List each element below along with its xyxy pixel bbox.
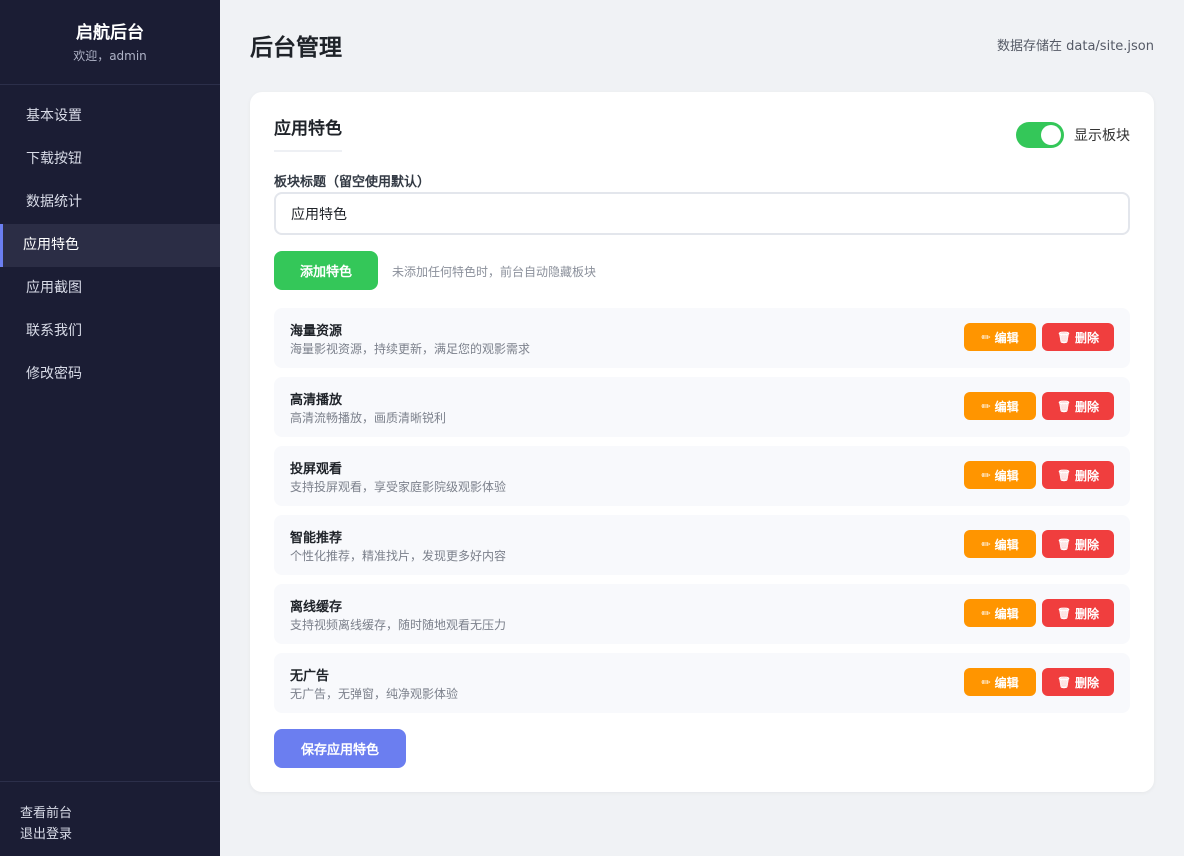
sidebar-nav: 基本设置 下载按钮 数据统计 应用特色 应用截图 联系我们 修改密码 <box>0 95 220 396</box>
show-section-toggle[interactable] <box>1016 122 1064 148</box>
sidebar-item-basic-settings[interactable]: 基本设置 <box>0 95 220 138</box>
pencil-icon: ✏ <box>981 399 991 413</box>
section-title-input[interactable] <box>274 192 1130 235</box>
show-section-toggle-wrap: 显示板块 <box>1016 122 1130 148</box>
feature-actions: ✏ 编辑 🗑 删除 <box>964 530 1114 558</box>
pencil-icon: ✏ <box>981 606 991 620</box>
edit-button[interactable]: ✏ 编辑 <box>964 323 1036 351</box>
edit-label: 编辑 <box>994 675 1019 690</box>
view-site-link[interactable]: 查看前台 <box>20 803 220 824</box>
edit-label: 编辑 <box>994 399 1019 414</box>
feature-title: 海量资源 <box>290 324 343 339</box>
feature-title: 离线缓存 <box>290 600 343 615</box>
edit-button[interactable]: ✏ 编辑 <box>964 530 1036 558</box>
card-title: 应用特色 <box>274 118 342 152</box>
feature-item: 无广告 无广告，无弹窗，纯净观影体验 ✏ 编辑 🗑 删除 <box>274 653 1130 713</box>
delete-label: 删除 <box>1074 468 1099 483</box>
toggle-knob <box>1041 125 1061 145</box>
edit-label: 编辑 <box>994 330 1019 345</box>
sidebar-item-download-buttons[interactable]: 下载按钮 <box>0 138 220 181</box>
feature-title: 无广告 <box>290 669 330 684</box>
pencil-icon: ✏ <box>981 468 991 482</box>
delete-label: 删除 <box>1074 537 1099 552</box>
delete-label: 删除 <box>1074 606 1099 621</box>
trash-icon: 🗑 <box>1057 606 1071 620</box>
feature-desc: 高清流畅播放，画质清晰锐利 <box>290 411 447 425</box>
feature-actions: ✏ 编辑 🗑 删除 <box>964 323 1114 351</box>
page-title: 后台管理 <box>250 35 342 61</box>
sidebar-item-app-features[interactable]: 应用特色 <box>0 224 220 267</box>
pencil-icon: ✏ <box>981 330 991 344</box>
brand: 启航后台 欢迎，admin <box>0 0 220 85</box>
feature-actions: ✏ 编辑 🗑 删除 <box>964 668 1114 696</box>
feature-desc: 支持视频离线缓存，随时随地观看无压力 <box>290 618 507 632</box>
feature-item: 离线缓存 支持视频离线缓存，随时随地观看无压力 ✏ 编辑 🗑 删除 <box>274 584 1130 644</box>
delete-button[interactable]: 🗑 删除 <box>1042 530 1114 558</box>
delete-label: 删除 <box>1074 675 1099 690</box>
delete-button[interactable]: 🗑 删除 <box>1042 323 1114 351</box>
trash-icon: 🗑 <box>1057 537 1071 551</box>
sidebar: 启航后台 欢迎，admin 基本设置 下载按钮 数据统计 应用特色 应用截图 联… <box>0 0 220 856</box>
feature-title: 投屏观看 <box>290 462 343 477</box>
feature-item: 海量资源 海量影视资源，持续更新，满足您的观影需求 ✏ 编辑 🗑 删除 <box>274 308 1130 368</box>
delete-button[interactable]: 🗑 删除 <box>1042 461 1114 489</box>
feature-actions: ✏ 编辑 🗑 删除 <box>964 392 1114 420</box>
welcome-text: 欢迎，admin <box>73 49 147 63</box>
feature-actions: ✏ 编辑 🗑 删除 <box>964 599 1114 627</box>
feature-actions: ✏ 编辑 🗑 删除 <box>964 461 1114 489</box>
trash-icon: 🗑 <box>1057 675 1071 689</box>
add-feature-button[interactable]: 添加特色 <box>274 251 378 290</box>
section-title-label: 板块标题（留空使用默认） <box>274 175 431 190</box>
trash-icon: 🗑 <box>1057 468 1071 482</box>
delete-label: 删除 <box>1074 330 1099 345</box>
feature-desc: 支持投屏观看，享受家庭影院级观影体验 <box>290 480 507 494</box>
edit-label: 编辑 <box>994 606 1019 621</box>
delete-button[interactable]: 🗑 删除 <box>1042 392 1114 420</box>
feature-desc: 无广告，无弹窗，纯净观影体验 <box>290 687 459 701</box>
features-card: 应用特色 显示板块 板块标题（留空使用默认） 添加特色 未添加任何特色时，前台自… <box>250 92 1154 792</box>
sidebar-item-contact[interactable]: 联系我们 <box>0 310 220 353</box>
sidebar-footer: 查看前台 退出登录 <box>0 781 220 856</box>
trash-icon: 🗑 <box>1057 399 1071 413</box>
feature-item: 高清播放 高清流畅播放，画质清晰锐利 ✏ 编辑 🗑 删除 <box>274 377 1130 437</box>
pencil-icon: ✏ <box>981 675 991 689</box>
sidebar-item-change-password[interactable]: 修改密码 <box>0 353 220 396</box>
feature-title: 高清播放 <box>290 393 343 408</box>
sidebar-item-screenshots[interactable]: 应用截图 <box>0 267 220 310</box>
storage-note: 数据存储在 data/site.json <box>997 39 1154 54</box>
feature-item: 投屏观看 支持投屏观看，享受家庭影院级观影体验 ✏ 编辑 🗑 删除 <box>274 446 1130 506</box>
feature-list: 海量资源 海量影视资源，持续更新，满足您的观影需求 ✏ 编辑 🗑 删除 高清播放 高… <box>274 308 1130 722</box>
brand-title: 启航后台 <box>76 23 144 43</box>
main-content: 后台管理 数据存储在 data/site.json 应用特色 显示板块 板块标题… <box>220 0 1184 856</box>
edit-label: 编辑 <box>994 468 1019 483</box>
logout-link[interactable]: 退出登录 <box>20 824 220 845</box>
trash-icon: 🗑 <box>1057 330 1071 344</box>
edit-button[interactable]: ✏ 编辑 <box>964 392 1036 420</box>
feature-title: 智能推荐 <box>290 531 343 546</box>
edit-label: 编辑 <box>994 537 1019 552</box>
edit-button[interactable]: ✏ 编辑 <box>964 599 1036 627</box>
pencil-icon: ✏ <box>981 537 991 551</box>
edit-button[interactable]: ✏ 编辑 <box>964 668 1036 696</box>
sidebar-item-statistics[interactable]: 数据统计 <box>0 181 220 224</box>
save-features-button[interactable]: 保存应用特色 <box>274 729 406 768</box>
toggle-label: 显示板块 <box>1074 128 1130 144</box>
feature-item: 智能推荐 个性化推荐，精准找片，发现更多好内容 ✏ 编辑 🗑 删除 <box>274 515 1130 575</box>
feature-desc: 个性化推荐，精准找片，发现更多好内容 <box>290 549 507 563</box>
delete-label: 删除 <box>1074 399 1099 414</box>
edit-button[interactable]: ✏ 编辑 <box>964 461 1036 489</box>
feature-desc: 海量影视资源，持续更新，满足您的观影需求 <box>290 342 531 356</box>
delete-button[interactable]: 🗑 删除 <box>1042 668 1114 696</box>
delete-button[interactable]: 🗑 删除 <box>1042 599 1114 627</box>
add-hint: 未添加任何特色时，前台自动隐藏板块 <box>392 265 597 279</box>
